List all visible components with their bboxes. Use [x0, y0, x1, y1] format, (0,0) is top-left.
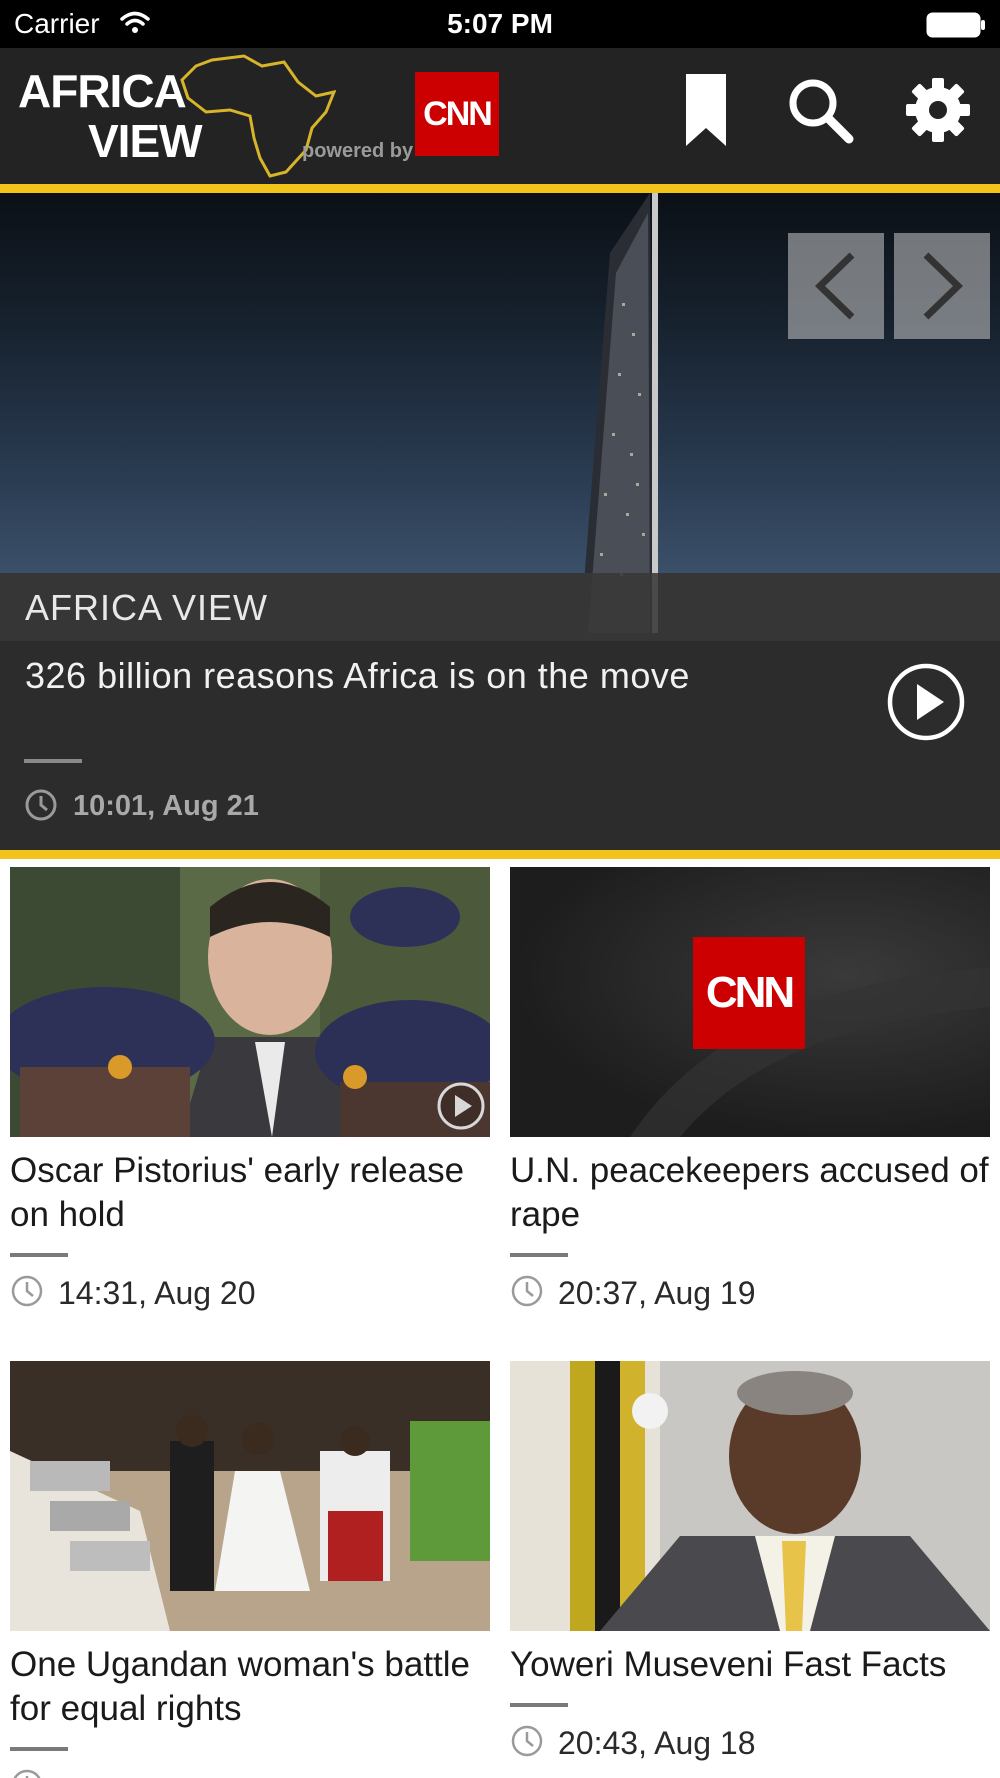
play-icon[interactable] — [886, 662, 966, 742]
clock-icon — [25, 789, 57, 821]
article-title[interactable]: Yoweri Museveni Fast Facts — [510, 1643, 990, 1687]
article-card[interactable]: CNN U.N. peacekeepers accused of rape 20… — [510, 867, 990, 1337]
article-divider — [10, 1747, 68, 1751]
cnn-logo: CNN — [415, 72, 499, 156]
article-divider — [510, 1253, 568, 1257]
article-timestamp: 20:37, Aug 19 — [558, 1275, 756, 1311]
article-timestamp: 14:31, Aug 20 — [58, 1275, 256, 1311]
battery-icon — [926, 12, 985, 38]
powered-by-label: powered by — [302, 140, 414, 162]
search-button[interactable] — [780, 70, 860, 150]
bookmark-icon — [686, 74, 726, 146]
cnn-logo: CNN — [693, 937, 805, 1049]
chevron-left-icon — [814, 252, 855, 320]
logo-text-africa: AFRICA — [18, 65, 187, 117]
bookmarks-button[interactable] — [666, 70, 746, 150]
article-image-wedding — [10, 1361, 490, 1631]
article-divider — [10, 1253, 68, 1257]
article-card[interactable]: Yoweri Museveni Fast Facts 20:43, Aug 18 — [510, 1361, 990, 1778]
hero-divider — [24, 759, 82, 763]
article-title[interactable]: U.N. peacekeepers accused of rape — [510, 1149, 990, 1237]
clock-time: 5:07 PM — [447, 8, 553, 39]
clock-icon — [511, 1725, 543, 1757]
article-title[interactable]: One Ugandan woman's battle for equal rig… — [10, 1643, 490, 1731]
hero-timestamp: 10:01, Aug 21 — [73, 790, 259, 822]
article-image-museveni — [510, 1361, 990, 1631]
play-icon[interactable] — [436, 1081, 486, 1131]
settings-button[interactable] — [898, 70, 978, 150]
article-title[interactable]: Oscar Pistorius' early release on hold — [10, 1149, 490, 1237]
hero-next-button[interactable] — [894, 233, 990, 339]
clock-icon — [11, 1275, 43, 1307]
gear-icon — [906, 78, 970, 142]
article-divider — [510, 1703, 568, 1707]
article-card[interactable]: One Ugandan woman's battle for equal rig… — [10, 1361, 490, 1778]
hero-prev-button[interactable] — [788, 233, 884, 339]
hero-kicker: AFRICA VIEW — [25, 587, 269, 628]
article-timestamp: 20:43, Aug 18 — [558, 1725, 756, 1761]
clock-icon — [511, 1275, 543, 1307]
hero-tower-image — [580, 193, 658, 633]
hero-accent-rule — [0, 850, 1000, 859]
search-icon — [789, 79, 854, 144]
hero-headline[interactable]: 326 billion reasons Africa is on the mov… — [25, 655, 690, 697]
africa-view-logo[interactable]: AFRICA VIEW powered by CNN — [16, 54, 499, 180]
clock-icon — [13, 1769, 41, 1778]
article-card[interactable]: Oscar Pistorius' early release on hold 1… — [10, 867, 490, 1337]
status-bar: Carrier 5:07 PM — [0, 0, 1000, 48]
article-image-pistorius — [10, 867, 490, 1137]
header-accent-rule — [0, 184, 1000, 193]
featured-story[interactable]: AFRICA VIEW 326 billion reasons Africa i… — [0, 193, 1000, 850]
logo-text-view: VIEW — [88, 115, 203, 167]
chevron-right-icon — [923, 252, 964, 320]
